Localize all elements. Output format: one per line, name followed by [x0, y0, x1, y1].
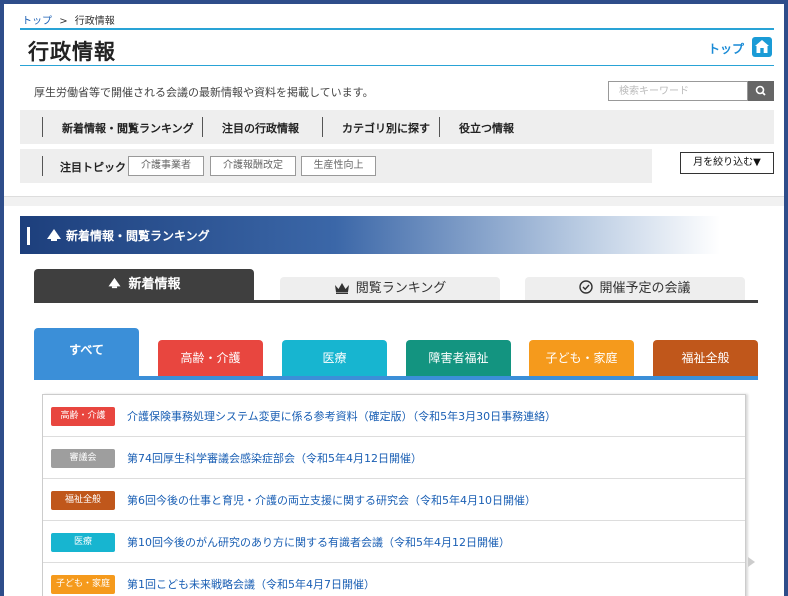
- megaphone-icon: [47, 229, 61, 241]
- main-tab-underline: [34, 300, 758, 303]
- tab-upcoming-meetings-label: 開催予定の会議: [599, 281, 691, 296]
- category-badge: 医療: [51, 533, 115, 552]
- tab-new-info[interactable]: 新着情報: [34, 269, 254, 301]
- breadcrumb-current: 行政情報: [74, 16, 115, 27]
- nav-item-featured-admin[interactable]: 注目の行政情報: [222, 120, 299, 136]
- list-item[interactable]: 高齢・介護 介護保険事務処理システム変更に係る参考資料（確定版）（令和5年3月3…: [43, 395, 745, 437]
- home-icon[interactable]: [752, 37, 772, 57]
- category-tab-underline: [34, 376, 758, 380]
- breadcrumb-separator: >: [59, 16, 68, 27]
- tab-ranking-label: 閲覧ランキング: [355, 281, 447, 296]
- search-icon: [755, 85, 766, 96]
- top-link[interactable]: トップ: [708, 40, 744, 57]
- section-title: 新着情報・閲覧ランキング: [66, 229, 210, 243]
- nav-item-useful-info[interactable]: 役立つ情報: [459, 120, 514, 136]
- section-divider: [4, 196, 784, 206]
- category-badge: 福祉全般: [51, 491, 115, 510]
- page-title: 行政情報: [28, 40, 116, 64]
- category-tab-all[interactable]: すべて: [34, 328, 139, 376]
- nav-separator: [322, 117, 323, 137]
- list-item[interactable]: 福祉全般 第6回今後の仕事と育児・介護の両立支援に関する研究会（令和5年4月10…: [43, 479, 745, 521]
- news-list: 高齢・介護 介護保険事務処理システム変更に係る参考資料（確定版）（令和5年3月3…: [42, 394, 746, 596]
- page-description: 厚生労働省等で開催される会議の最新情報や資料を掲載しています。: [34, 86, 374, 99]
- list-item[interactable]: 医療 第10回今後のがん研究のあり方に関する有識者会議（令和5年4月12日開催）: [43, 521, 745, 563]
- news-link[interactable]: 介護保険事務処理システム変更に係る参考資料（確定版）（令和5年3月30日事務連絡…: [127, 408, 556, 424]
- page-frame: トップ > 行政情報 行政情報 トップ 厚生労働省等で開催される会議の最新情報や…: [4, 4, 784, 596]
- news-link[interactable]: 第74回厚生科学審議会感染症部会（令和5年4月12日開催）: [127, 450, 422, 466]
- section-nav: 新着情報・閲覧ランキング 注目の行政情報 カテゴリ別に探す 役立つ情報: [20, 110, 774, 144]
- title-bar: 行政情報 トップ: [20, 28, 774, 66]
- section-header-bar: [27, 227, 30, 245]
- category-tab-children-family[interactable]: 子ども・家庭: [529, 340, 634, 376]
- search-button[interactable]: [748, 81, 774, 101]
- news-link[interactable]: 第10回今後のがん研究のあり方に関する有識者会議（令和5年4月12日開催）: [127, 534, 510, 550]
- topic-tag-productivity[interactable]: 生産性向上: [301, 156, 376, 176]
- category-tab-disability-welfare[interactable]: 障害者福祉: [406, 340, 511, 376]
- featured-topics: 注目トピック 介護事業者 介護報酬改定 生産性向上: [20, 149, 652, 183]
- category-tab-medical[interactable]: 医療: [282, 340, 387, 376]
- megaphone-icon: [108, 277, 121, 289]
- category-badge: 審議会: [51, 449, 115, 468]
- nav-separator: [439, 117, 440, 137]
- month-filter-button[interactable]: 月を絞り込む▼: [680, 152, 774, 174]
- list-item[interactable]: 審議会 第74回厚生科学審議会感染症部会（令和5年4月12日開催）: [43, 437, 745, 479]
- news-link[interactable]: 第1回こども未来戦略会議（令和5年4月7日開催）: [127, 576, 375, 592]
- breadcrumb-home-link[interactable]: トップ: [22, 16, 52, 27]
- category-tab-general-welfare[interactable]: 福祉全般: [653, 340, 758, 376]
- list-item[interactable]: 子ども・家庭 第1回こども未来戦略会議（令和5年4月7日開催）: [43, 563, 745, 596]
- crown-icon: [334, 283, 349, 294]
- search-input[interactable]: [608, 81, 748, 101]
- tab-ranking[interactable]: 閲覧ランキング: [280, 277, 500, 301]
- nav-separator: [202, 117, 203, 137]
- scroll-right-arrow-icon[interactable]: [748, 557, 755, 567]
- category-badge: 子ども・家庭: [51, 575, 115, 594]
- featured-topics-label: 注目トピック: [60, 161, 126, 174]
- nav-item-by-category[interactable]: カテゴリ別に探す: [342, 120, 430, 136]
- category-tab-elderly-care[interactable]: 高齢・介護: [158, 340, 263, 376]
- tab-new-info-label: 新着情報: [128, 277, 181, 292]
- topic-tag-care-fee-revision[interactable]: 介護報酬改定: [210, 156, 296, 176]
- section-header: 新着情報・閲覧ランキング: [20, 216, 720, 254]
- search-box: [608, 81, 774, 101]
- topic-separator: [42, 156, 43, 176]
- topic-tag-care-providers[interactable]: 介護事業者: [128, 156, 204, 176]
- breadcrumb: トップ > 行政情報: [22, 12, 115, 27]
- nav-separator: [42, 117, 43, 137]
- check-circle-icon: [579, 280, 594, 294]
- tab-upcoming-meetings[interactable]: 開催予定の会議: [525, 277, 745, 301]
- nav-item-new-ranking[interactable]: 新着情報・閲覧ランキング: [62, 120, 194, 136]
- category-badge: 高齢・介護: [51, 407, 115, 426]
- news-link[interactable]: 第6回今後の仕事と育児・介護の両立支援に関する研究会（令和5年4月10日開催）: [127, 492, 536, 508]
